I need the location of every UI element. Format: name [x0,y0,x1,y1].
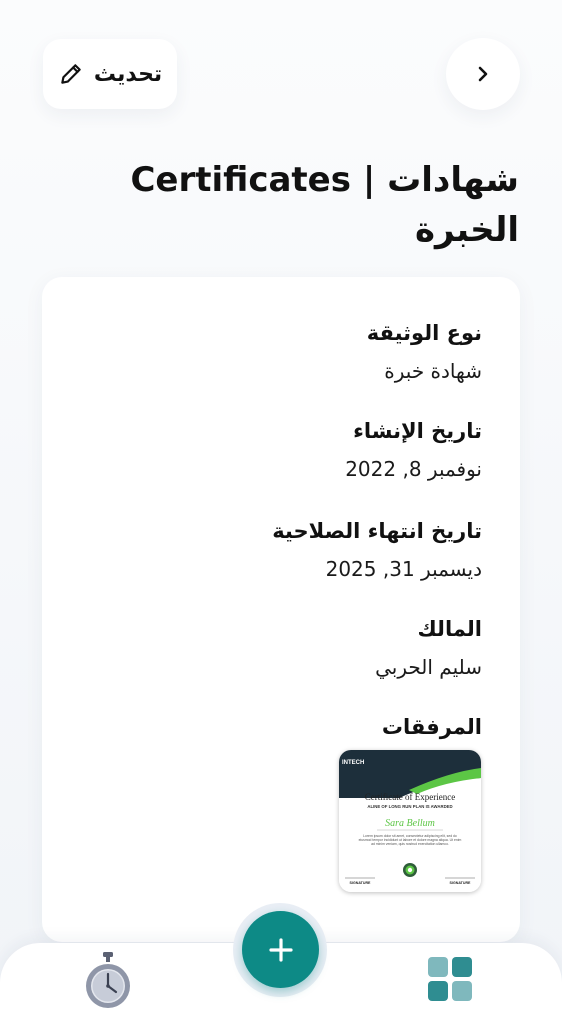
field-expiry-date: تاريخ انتهاء الصلاحية ديسمبر 31, 2025 [62,517,482,583]
cert-recipient: Sara Bellum [385,818,435,829]
field-value: شهادة خبرة [384,359,482,383]
edit-label: تحديث [93,61,163,87]
field-document-type: نوع الوثيقة شهادة خبرة [62,319,482,385]
field-label: نوع الوثيقة [366,321,482,345]
pencil-icon [58,61,84,87]
cert-body: Lorem ipsum dolor sit amet, consectetur … [358,834,462,847]
back-button[interactable] [446,38,520,110]
attachments-label: المرفقات [381,715,482,739]
field-label: تاريخ الإنشاء [353,419,482,443]
cert-signature-left: SIGNATURE [350,881,372,885]
grid-icon[interactable] [427,956,473,1002]
field-value: نوفمبر 8, 2022 [345,457,482,481]
field-value: سليم الحربي [375,655,482,679]
cert-subtitle: ALINE OF LONG RUN PLAN IS AWARDED [367,804,452,809]
cert-signature-right: SIGNATURE [450,881,472,885]
details-card: نوع الوثيقة شهادة خبرة تاريخ الإنشاء نوف… [42,277,520,942]
plus-icon [268,937,294,963]
add-button[interactable] [242,911,319,988]
field-created-date: تاريخ الإنشاء نوفمبر 8, 2022 [62,417,482,483]
cert-brand: INTECH [342,760,364,766]
field-label: تاريخ انتهاء الصلاحية [272,519,482,543]
certificate-thumbnail[interactable]: INTECH Certificate of Experience ALINE O… [339,750,481,892]
edit-button[interactable]: تحديث [43,39,177,109]
cert-title: Certificate of Experience [365,792,455,802]
field-label: المالك [417,617,483,641]
page-title: شهادات | Certificates الخبرة [130,160,519,250]
field-owner: المالك سليم الحربي [62,615,482,681]
field-value: ديسمبر 31, 2025 [325,557,482,581]
stopwatch-icon[interactable] [84,952,132,1010]
chevron-right-icon [473,64,493,84]
